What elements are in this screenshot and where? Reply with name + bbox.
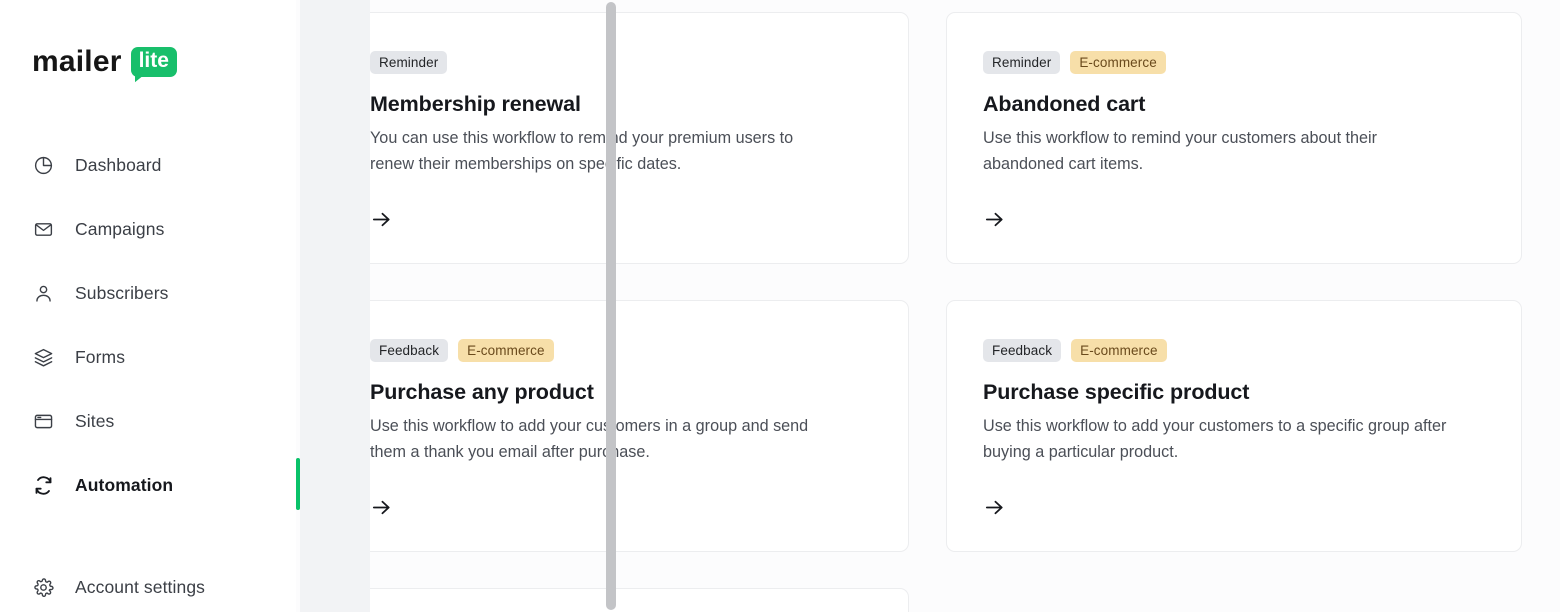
logo-lite-badge: lite: [130, 47, 177, 77]
browser-icon: [32, 410, 54, 432]
layers-icon: [32, 346, 54, 368]
sidebar-item-label: Sites: [75, 410, 115, 431]
card-title: Membership renewal: [370, 92, 581, 116]
sidebar-item-campaigns[interactable]: Campaigns: [32, 212, 296, 246]
sidebar-item-label: Automation: [75, 474, 174, 495]
sidebar-item-label: Campaigns: [75, 218, 165, 239]
gear-icon: [32, 576, 54, 598]
arrow-right-icon[interactable]: [983, 193, 1009, 226]
workflow-template-card-partial[interactable]: [333, 588, 909, 612]
tag-badge: Feedback: [983, 339, 1062, 362]
card-description: Use this workflow to add your customers …: [983, 416, 1447, 461]
card-tags: Reminder: [370, 51, 872, 74]
workflow-template-card[interactable]: Reminder E-commerce Abandoned cart Use t…: [946, 12, 1522, 264]
card-title: Purchase specific product: [983, 380, 1250, 404]
tag-badge: E-commerce: [1071, 339, 1167, 362]
arrow-right-icon[interactable]: [983, 481, 1009, 514]
person-icon: [32, 282, 54, 304]
tag-badge: Feedback: [370, 339, 449, 362]
tag-badge: Reminder: [983, 51, 1061, 74]
card-description: Use this workflow to add your customers …: [370, 416, 809, 461]
sidebar-nav: Dashboard Campaigns Subscribers Forms Si…: [32, 148, 296, 532]
card-tags: Feedback E-commerce: [370, 339, 872, 362]
workflow-template-grid: Reminder Membership renewal You can use …: [333, 12, 1522, 552]
arrow-right-icon[interactable]: [370, 481, 396, 514]
page-scrollbar-thumb[interactable]: [606, 2, 616, 610]
sidebar-item-label: Dashboard: [75, 154, 162, 175]
card-tags: Reminder E-commerce: [983, 51, 1485, 74]
envelope-icon: [32, 218, 54, 240]
workflow-template-card[interactable]: Feedback E-commerce Purchase any product…: [333, 300, 909, 552]
workflow-template-card[interactable]: Feedback E-commerce Purchase specific pr…: [946, 300, 1522, 552]
card-title: Abandoned cart: [983, 92, 1146, 116]
sidebar-item-dashboard[interactable]: Dashboard: [32, 148, 296, 182]
card-title: Purchase any product: [370, 380, 594, 404]
sidebar-item-sites[interactable]: Sites: [32, 404, 296, 438]
app-root: mailer lite Dashboard Campaigns Subscrib…: [0, 0, 1560, 612]
logo-wordmark: mailer: [32, 45, 122, 78]
page-scrollbar-track[interactable]: [303, 0, 616, 612]
sidebar-item-forms[interactable]: Forms: [32, 340, 296, 374]
tag-badge: E-commerce: [458, 339, 554, 362]
main-content: Reminder Membership renewal You can use …: [296, 0, 1560, 612]
card-tags: Feedback E-commerce: [983, 339, 1485, 362]
sidebar-footer: Account settings: [32, 570, 296, 612]
active-nav-indicator: [296, 458, 300, 510]
sidebar-item-label: Account settings: [75, 576, 206, 597]
refresh-sync-icon: [32, 474, 54, 496]
sidebar-item-subscribers[interactable]: Subscribers: [32, 276, 296, 310]
card-description: Use this workflow to remind your custome…: [983, 128, 1378, 173]
sidebar-item-account-settings[interactable]: Account settings: [32, 570, 296, 604]
tag-badge: Reminder: [370, 51, 448, 74]
sidebar-item-label: Subscribers: [75, 282, 169, 303]
sidebar-item-label: Forms: [75, 346, 126, 367]
sidebar: mailer lite Dashboard Campaigns Subscrib…: [0, 0, 296, 612]
mailerlite-logo[interactable]: mailer lite: [32, 42, 296, 82]
arrow-right-icon[interactable]: [370, 193, 396, 226]
chart-pie-icon: [32, 154, 54, 176]
workflow-template-card[interactable]: Reminder Membership renewal You can use …: [333, 12, 909, 264]
card-description: You can use this workflow to remind your…: [370, 128, 794, 173]
sidebar-item-automation[interactable]: Automation: [32, 468, 296, 502]
tag-badge: E-commerce: [1070, 51, 1166, 74]
